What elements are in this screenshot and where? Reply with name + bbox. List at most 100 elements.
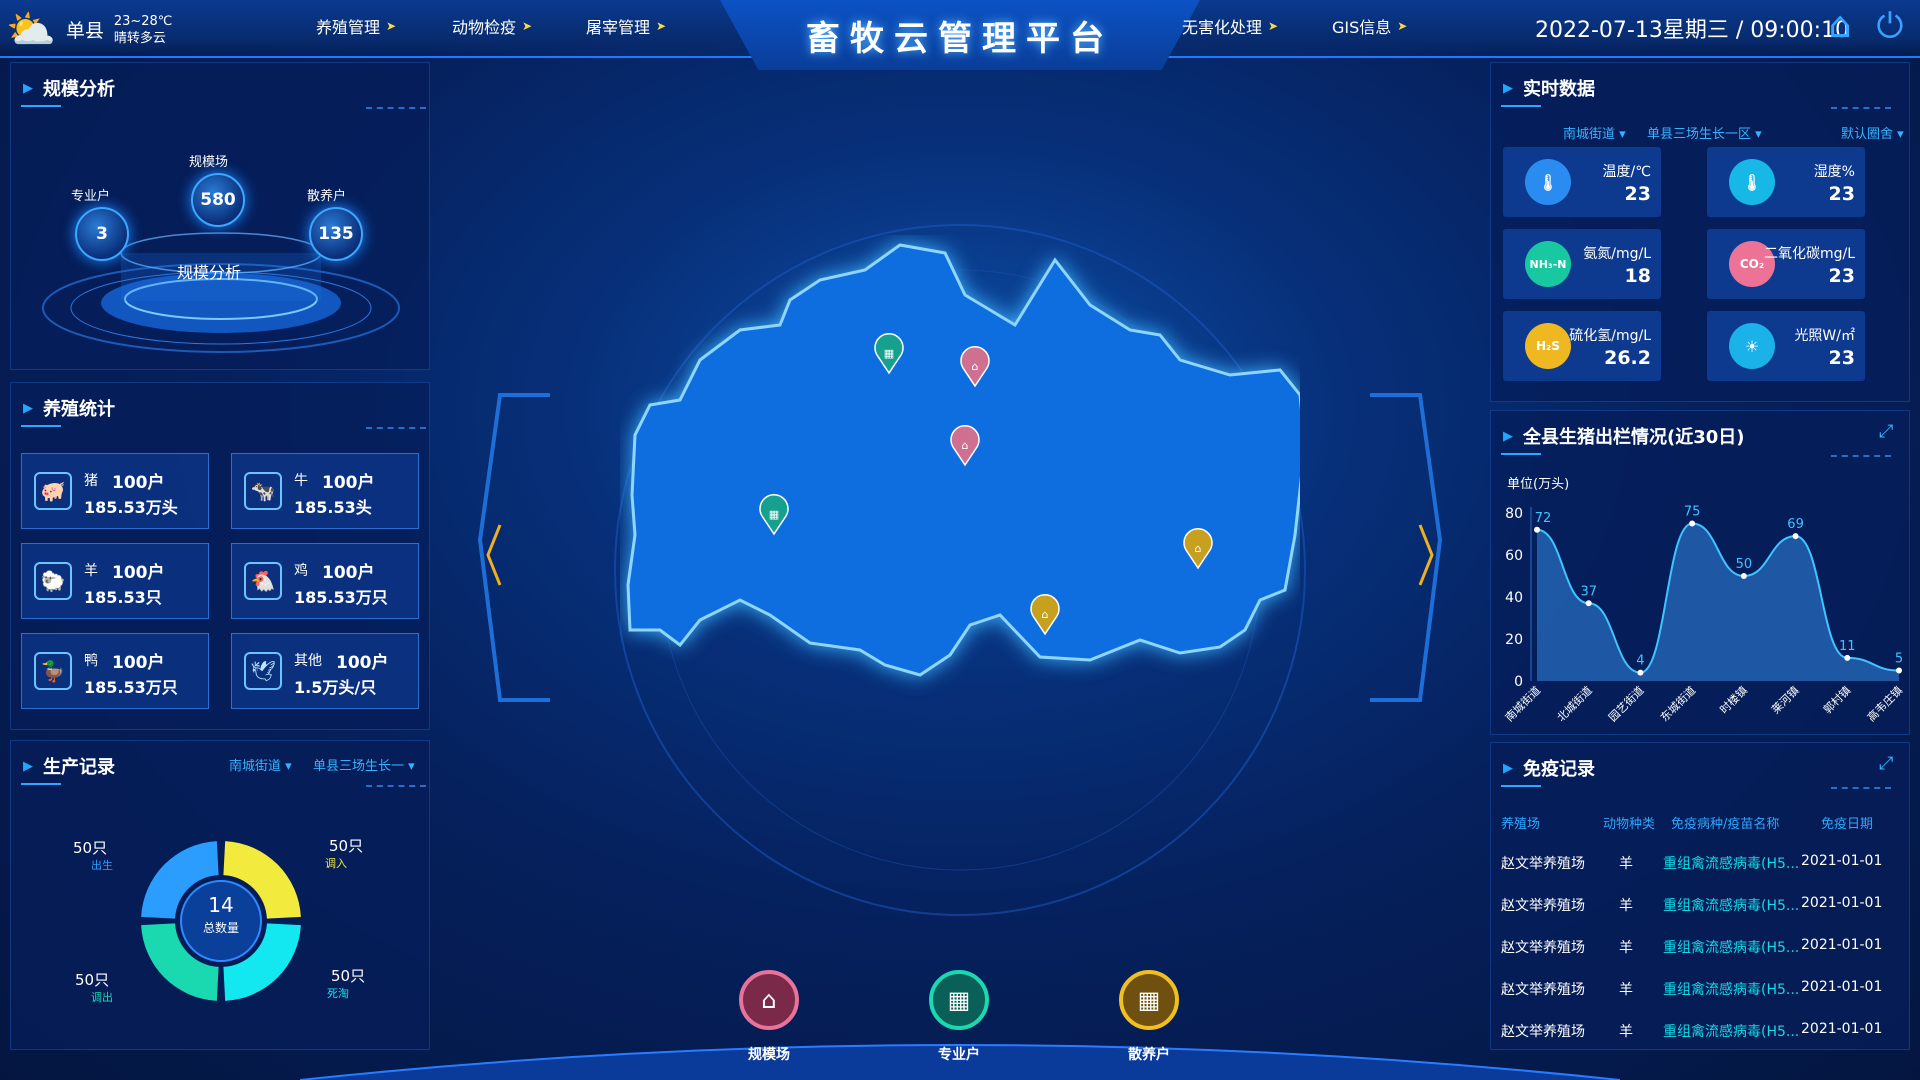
x-tick-label: 东城街道 [1657,683,1698,724]
metric-h2s: H₂S 硫化氢/mg/L 26.2 [1503,311,1661,381]
legend-button-professional[interactable]: ▦ 专业户 [914,970,1004,1070]
expand-icon[interactable]: ⤢ [1879,421,1893,442]
table-cell: 羊 [1619,982,1633,998]
table-cell: 羊 [1619,898,1633,914]
breed-tile-pig[interactable]: 🐖 猪 100户 185.53万头 [21,453,209,529]
pig-output-chart: 020406080 72南城街道37北城街道4园艺街道75东城街道50时楼镇69莱… [1502,505,1905,725]
data-label: 4 [1636,654,1644,669]
breed-tile-duck[interactable]: 🦆 鸭 100户 185.53万只 [21,633,209,709]
data-point[interactable] [1844,654,1851,661]
map-pin-scale-farm[interactable]: ⌂ [958,346,992,388]
breed-tile-sheep[interactable]: 🐑 羊 100户 185.53只 [21,543,209,619]
table-cell: 羊 [1619,856,1633,872]
map-pin-free-range[interactable]: ⌂ [1028,594,1062,636]
map-pin-scale-farm[interactable]: ⌂ [948,425,982,467]
panel-title: 养殖统计 [43,399,115,420]
chevron-right-icon: ➤ [386,19,397,33]
y-tick-label: 40 [1505,590,1523,606]
table-cell: 重组禽流感病毒(H5... [1663,898,1800,914]
nav-slaughter[interactable]: 屠宰管理 ➤ [586,14,666,38]
district-dropdown[interactable]: 南城街道 ▾ [229,755,292,774]
data-point[interactable] [1896,667,1902,674]
panel-title: 规模分析 [43,79,115,100]
chevron-right-icon: ➤ [522,19,533,33]
nav-gis[interactable]: GIS信息 ➤ [1332,14,1407,38]
expand-icon[interactable]: ⤢ [1879,753,1893,774]
panel-title: 全县生猪出栏情况(近30日) [1523,427,1745,448]
donut-total-label: 总数量 [202,921,239,935]
legend-button-free-range[interactable]: ▦ 散养户 [1104,970,1194,1070]
col-header-date: 免疫日期 [1821,817,1874,832]
data-point[interactable] [1792,533,1799,540]
data-label: 69 [1787,517,1804,532]
nav-harmless[interactable]: 无害化处理 ➤ [1182,14,1278,38]
data-label: 37 [1580,584,1597,599]
chevron-right-icon: ➤ [1397,19,1408,33]
donut-total: 14 [208,893,234,917]
table-cell: 重组禽流感病毒(H5... [1663,856,1800,872]
thermometer-icon: 🌡 [1525,159,1571,205]
chevron-right-icon: ➤ [656,19,667,33]
svg-text:⌂: ⌂ [1042,608,1049,621]
farm-zone-dropdown[interactable]: 单县三场生长一区 ▾ [1647,123,1762,142]
farm-dropdown[interactable]: 单县三场生长一 ▾ [313,755,415,774]
table-cell: 赵文举养殖场 [1501,1024,1585,1040]
h2s-icon: H₂S [1525,323,1571,369]
district-dropdown[interactable]: 南城街道 ▾ [1563,123,1626,142]
temperature-range: 23~28℃ [113,13,173,29]
data-point[interactable] [1585,600,1592,607]
triangle-icon: ▶ [23,80,33,96]
y-tick-label: 0 [1514,674,1523,690]
bubble-free-range[interactable]: 135 [309,207,363,261]
svg-text:⌂: ⌂ [962,439,969,452]
pen-dropdown[interactable]: 默认圈舍 ▾ [1841,123,1904,142]
weather-text: 晴转多云 [113,30,166,46]
triangle-icon: ▶ [1503,428,1513,444]
scale-analysis-panel: ▶ 规模分析 规模分析 专业户 3 规模场 580 散养户 135 [10,62,430,370]
county-map[interactable] [620,235,1300,795]
data-label: 50 [1736,557,1753,572]
y-tick-label: 60 [1505,548,1523,564]
panel-title: 实时数据 [1523,79,1595,100]
data-label: 11 [1839,639,1856,654]
triangle-icon: ▶ [23,758,33,774]
table-cell: 赵文举养殖场 [1501,982,1585,998]
page-title: 畜牧云管理平台 [806,18,1114,59]
panel-title: 免疫记录 [1523,759,1595,780]
nav-breeding[interactable]: 养殖管理 ➤ [316,14,396,38]
humidity-icon: 🌡 [1729,159,1775,205]
svg-text:▦: ▦ [884,347,894,360]
datetime: 2022-07-13星期三 / 09:00:10 [1535,18,1850,43]
platform-label: 规模分析 [177,263,242,282]
table-cell: 重组禽流感病毒(H5... [1663,1024,1800,1040]
bubble-scale-farm[interactable]: 580 [191,173,245,227]
col-header-vaccine: 免疫病种/疫苗名称 [1671,817,1780,832]
data-label: 72 [1535,511,1552,526]
x-tick-label: 北城街道 [1554,683,1595,724]
data-point[interactable] [1534,526,1540,533]
col-header-species: 动物种类 [1603,817,1656,832]
x-tick-label: 郭村镇 [1820,683,1853,716]
metric-temperature: 🌡 温度/℃ 23 [1503,147,1661,217]
home-icon[interactable]: ⌂ [1820,6,1860,46]
svg-text:⌂: ⌂ [972,360,979,373]
table-cell: 赵文举养殖场 [1501,940,1585,956]
breed-tile-chicken[interactable]: 🐔 鸡 100户 185.53万只 [231,543,419,619]
breed-tile-other[interactable]: 🕊 其他 100户 1.5万头/只 [231,633,419,709]
map-pin-free-range[interactable]: ⌂ [1181,528,1215,570]
table-cell: 2021-01-01 [1801,979,1883,995]
data-point[interactable] [1740,573,1747,579]
nav-quarantine[interactable]: 动物检疫 ➤ [452,14,532,38]
map-pin-professional[interactable]: ▦ [757,494,791,536]
map-pin-professional[interactable]: ▦ [872,333,906,375]
table-cell: 2021-01-01 [1801,937,1883,953]
bubble-professional[interactable]: 3 [75,207,129,261]
power-icon[interactable]: ⏻ [1870,6,1910,46]
data-point[interactable] [1637,669,1644,676]
legend-button-scale-farm[interactable]: ⌂ 规模场 [724,970,814,1070]
dashboard: { "header":{"title":"畜牧云管理平台","city":"单县… [0,0,1920,1080]
breeding-stats-panel: ▶ 养殖统计 🐖 猪 100户 185.53万头 🐄 牛 100户 185.53头 🐑 羊 100… [10,382,430,730]
breed-tile-cow[interactable]: 🐄 牛 100户 185.53头 [231,453,419,529]
data-point[interactable] [1689,520,1696,527]
svg-text:⌂: ⌂ [1195,542,1202,555]
